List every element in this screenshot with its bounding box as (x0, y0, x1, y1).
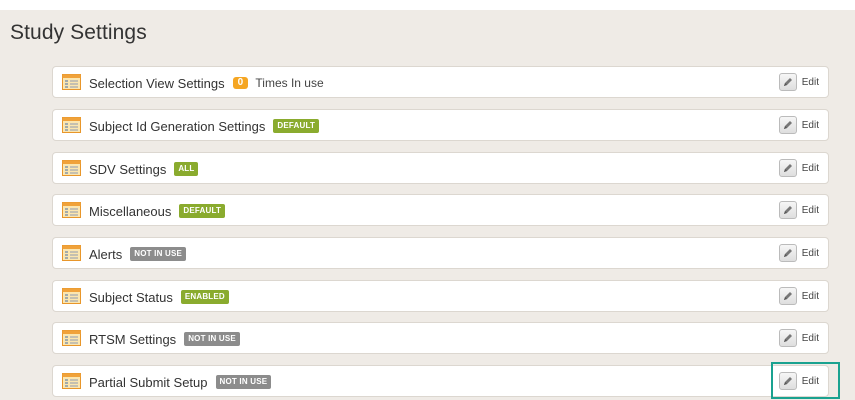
status-badge: ALL (174, 162, 199, 176)
setting-row-alerts: Alerts NOT IN USE Edit (52, 237, 829, 269)
status-badge: NOT IN USE (130, 247, 187, 261)
setting-label: Subject Status (89, 289, 173, 305)
edit-button-rtsm[interactable]: Edit (778, 328, 819, 348)
status-badge: ENABLED (180, 290, 229, 304)
usage-suffix: Times In use (255, 76, 324, 90)
settings-list-icon (62, 202, 81, 218)
pencil-icon (778, 329, 797, 347)
settings-list-icon (62, 245, 81, 261)
settings-list-icon (62, 74, 81, 90)
setting-row-miscellaneous: Miscellaneous DEFAULT Edit (52, 194, 829, 226)
setting-row-subject-status: Subject Status ENABLED Edit (52, 280, 829, 312)
setting-row-rtsm: RTSM Settings NOT IN USE Edit (52, 322, 829, 354)
edit-label: Edit (801, 247, 819, 259)
setting-label: SDV Settings (89, 161, 167, 177)
settings-list-icon (62, 117, 81, 133)
pencil-icon (778, 116, 797, 134)
edit-label: Edit (801, 290, 819, 302)
setting-row-selection-view: Selection View Settings 0 Times In use E… (52, 66, 829, 98)
status-badge: DEFAULT (273, 119, 320, 133)
pencil-icon (778, 201, 797, 219)
pencil-icon (778, 159, 797, 177)
pencil-icon (778, 287, 797, 305)
edit-label: Edit (801, 119, 819, 131)
setting-row-subject-id-generation: Subject Id Generation Settings DEFAULT E… (52, 109, 829, 141)
setting-label: RTSM Settings (89, 331, 177, 347)
settings-list-icon (62, 160, 81, 176)
edit-button-selection-view[interactable]: Edit (778, 72, 819, 92)
status-badge: DEFAULT (179, 204, 226, 218)
pencil-icon (778, 73, 797, 91)
edit-button-subject-id-generation[interactable]: Edit (778, 115, 819, 135)
edit-button-sdv[interactable]: Edit (778, 158, 819, 178)
edit-highlight-box (771, 362, 840, 399)
settings-list-icon (62, 373, 81, 389)
setting-row-sdv: SDV Settings ALL Edit (52, 152, 829, 184)
status-badge: NOT IN USE (215, 375, 272, 389)
status-badge: NOT IN USE (184, 332, 240, 346)
edit-button-alerts[interactable]: Edit (778, 243, 819, 263)
setting-label: Partial Submit Setup (89, 374, 208, 390)
setting-label: Miscellaneous (89, 203, 172, 219)
settings-list-icon (62, 330, 81, 346)
edit-label: Edit (801, 204, 819, 216)
edit-label: Edit (801, 332, 819, 344)
usage-count-badge: 0 (232, 77, 249, 89)
setting-label: Subject Id Generation Settings (89, 118, 266, 134)
pencil-icon (778, 244, 797, 262)
edit-label: Edit (801, 162, 819, 174)
setting-row-partial-submit: Partial Submit Setup NOT IN USE Edit (52, 365, 829, 397)
edit-button-subject-status[interactable]: Edit (778, 286, 819, 306)
edit-button-miscellaneous[interactable]: Edit (778, 200, 819, 220)
setting-label: Alerts (89, 246, 123, 262)
setting-label: Selection View Settings (89, 75, 225, 91)
page-title: Study Settings (10, 21, 147, 44)
edit-label: Edit (801, 76, 819, 88)
settings-list-icon (62, 288, 81, 304)
